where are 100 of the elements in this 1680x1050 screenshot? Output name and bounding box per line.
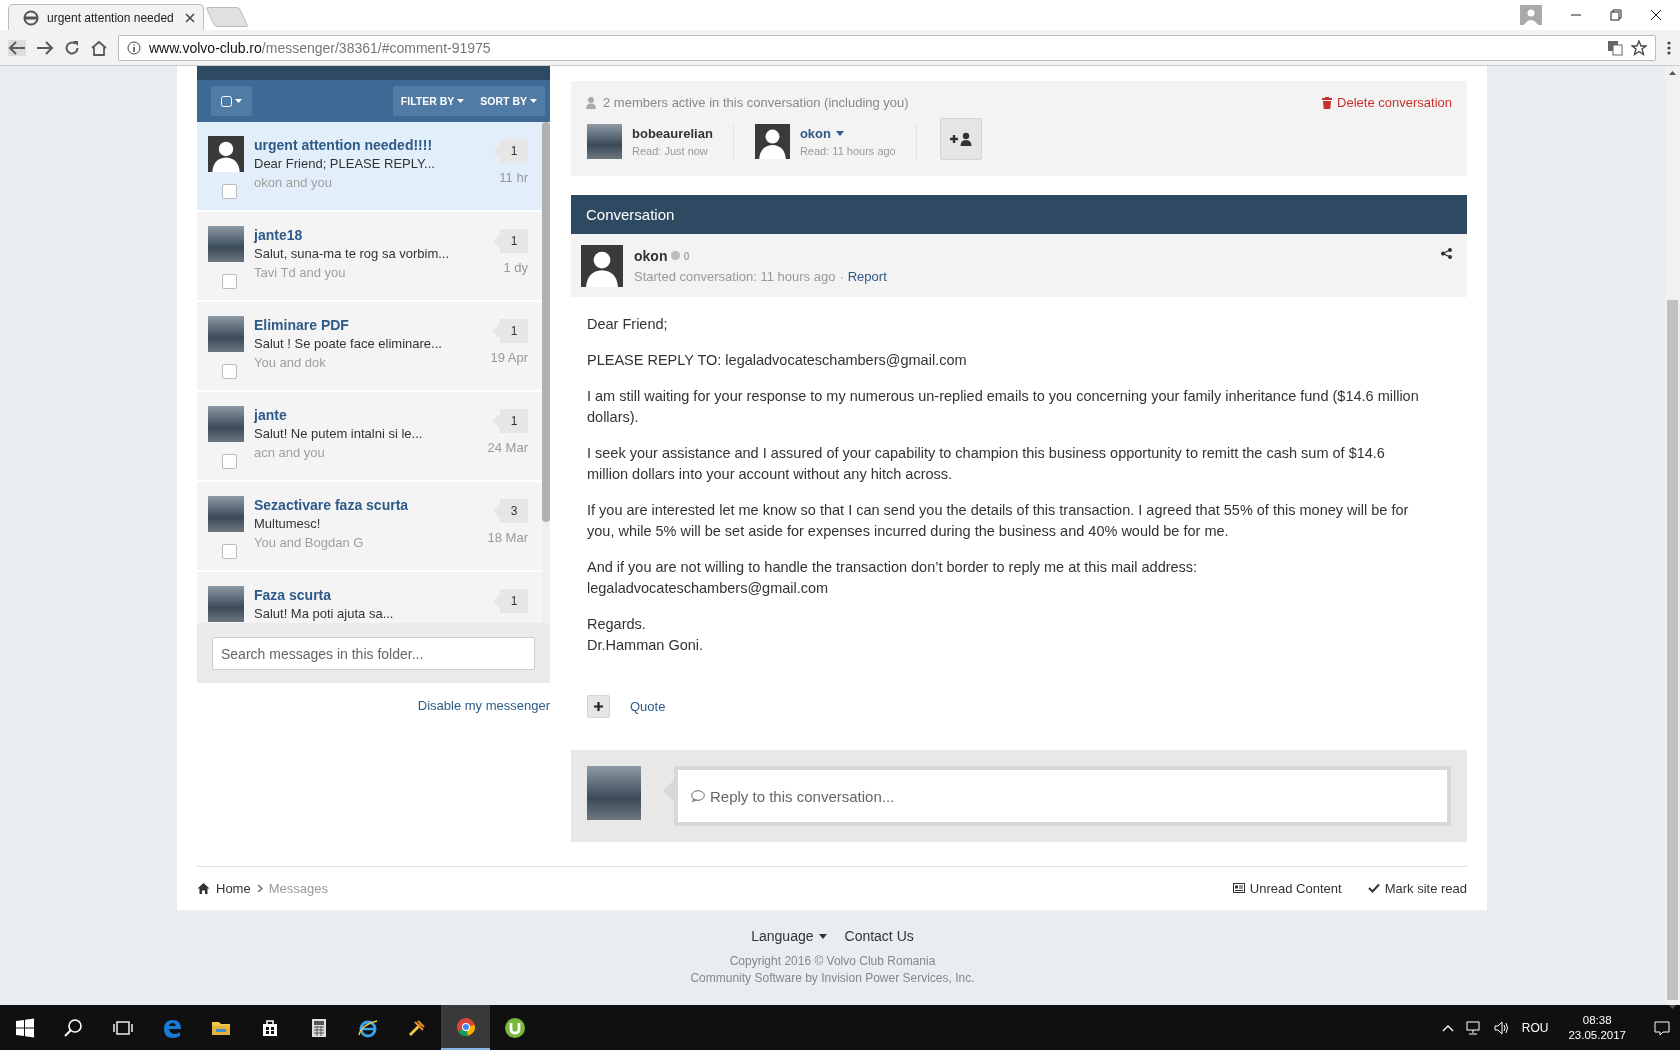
multiquote-button[interactable] [587, 695, 610, 718]
notification-icon[interactable] [1654, 1019, 1670, 1036]
reply-count: 3 [493, 499, 528, 523]
conversation-participants: Tavi Td and you [254, 264, 347, 282]
checkbox[interactable] [221, 364, 237, 379]
person-icon [586, 96, 596, 109]
reply-count: 1 [493, 139, 528, 163]
browser-icon [454, 1015, 477, 1038]
quote-link[interactable]: Quote [630, 699, 666, 714]
conversation-title: Sezactivare faza scurta [254, 496, 410, 514]
taskbar-button[interactable] [441, 1005, 490, 1050]
search-field[interactable]: Search messages in this folder... [212, 637, 535, 670]
language-menu[interactable]: Language [751, 928, 827, 944]
reply-count: 1 [493, 319, 528, 343]
star-icon[interactable] [1631, 40, 1647, 56]
report-link[interactable]: Report [847, 268, 887, 284]
select-menu-button[interactable] [211, 86, 252, 116]
conversation-snippet: Salut, suna-ma te rog sa vorbim... [254, 245, 451, 263]
checkbox-icon [221, 95, 232, 107]
conversation-snippet: Salut! Ma poti ajuta sa... [254, 605, 395, 623]
close-icon[interactable] [185, 12, 195, 23]
conversation-time: 19 Apr [490, 350, 528, 365]
caret-icon [457, 99, 465, 103]
start-icon[interactable] [13, 1016, 36, 1039]
scrollbar-thumb[interactable] [1667, 300, 1678, 1000]
reply-field[interactable]: Reply to this conversation... [674, 766, 1451, 826]
scrollbar-thumb[interactable] [542, 122, 550, 522]
checkbox[interactable] [221, 274, 237, 289]
unread-content-link[interactable]: Unread Content [1232, 880, 1342, 896]
translate-icon[interactable] [1607, 40, 1623, 56]
info-icon [127, 41, 141, 55]
delete-conversation-link[interactable]: Delete conversation [1322, 95, 1452, 110]
conversation-item[interactable]: jante Salut! Ne putem intalni si le... acn and you 1 24 Mar [197, 392, 542, 480]
checkbox[interactable] [221, 454, 237, 469]
conversation-time: 1 dy [503, 260, 528, 275]
conversation-header: Conversation [571, 195, 1467, 234]
breadcrumb-link[interactable]: Home [216, 880, 251, 896]
search-icon[interactable] [62, 1016, 85, 1039]
add-member-button[interactable] [939, 118, 982, 160]
menu-icon[interactable] [1666, 40, 1672, 56]
address-field[interactable]: www.volvo-club.ro/messenger/38361/#comment-91975 [118, 35, 1656, 61]
disable-messenger-link[interactable]: Disable my messenger [417, 698, 550, 713]
member-read-status: Read: Just now [632, 144, 709, 157]
conversation-snippet: Dear Friend; PLEASE REPLY... [254, 155, 436, 173]
conversation-time: 18 Mar [487, 530, 528, 545]
input-language[interactable]: ROU [1521, 1020, 1549, 1035]
share-icon[interactable] [1441, 248, 1452, 259]
checkbox[interactable] [221, 184, 237, 199]
member-read-status: Read: 11 hours ago [799, 144, 896, 157]
member-name[interactable]: okon [799, 125, 896, 141]
author-name[interactable]: okon [634, 247, 668, 264]
breadcrumb-current: Messages [268, 880, 328, 896]
torrent-icon [503, 1016, 526, 1039]
message-paragraph: If you are interested let me know so that I can send you the details of this transaction. I agreed that 55% of this money will be for you, while 5% will be set aside for expenses incurred during the business and 40% would be for me. [587, 501, 1410, 541]
conversation-snippet: Salut! Ne putem intalni si le... [254, 425, 424, 443]
caret-icon [530, 99, 537, 103]
conversation-participants: acn and you [254, 444, 326, 462]
restore-icon[interactable] [1610, 9, 1622, 21]
network-icon[interactable] [1465, 1020, 1482, 1035]
message-paragraph: I seek your assistance and I assured of your capability to champion this business opportunity to remitt the cash sum of $14.6 million dollars into your account without any hitch across. [587, 444, 1386, 484]
conversation-title: urgent attention needed!!!! [254, 136, 434, 154]
conversation-item[interactable]: Faza scurta Salut! Ma poti ajuta sa... 1 [197, 572, 542, 623]
chevron-icon [256, 883, 263, 893]
conversation-item[interactable]: jante18 Salut, suna-ma te rog sa vorbim... Tavi Td and you 1 1 dy [197, 212, 542, 300]
reload-icon[interactable] [64, 40, 80, 56]
chevron-up-icon[interactable] [1441, 1023, 1454, 1032]
reputation-dot-icon [671, 251, 681, 260]
volume-icon[interactable] [1493, 1020, 1510, 1035]
home-icon [197, 882, 210, 894]
members-summary: 2 members active in this conversation (including you) [603, 95, 909, 110]
trash-icon [1322, 96, 1333, 109]
reply-count: 1 [493, 589, 528, 613]
post-meta: Started conversation: 11 hours ago [634, 268, 836, 284]
browser-tab[interactable]: urgent attention needed [8, 4, 204, 30]
mark-read-link[interactable]: Mark site read [1367, 880, 1467, 896]
conversation-item[interactable]: urgent attention needed!!!! Dear Friend; PLEASE REPLY... okon and you 1 11 hr [197, 122, 542, 210]
caret-icon [836, 130, 844, 136]
close-icon[interactable] [1650, 9, 1662, 21]
checkbox[interactable] [221, 544, 237, 559]
copyright-text: Copyright 2016 © Volvo Club Romania [728, 953, 937, 970]
photo-placeholder [587, 766, 641, 820]
conversation-title: Faza scurta [254, 586, 333, 604]
caret-icon [235, 99, 242, 103]
reply-count: 1 [493, 409, 528, 433]
conversation-item[interactable]: Sezactivare faza scurta Multumesc! You and Bogdan G 3 18 Mar [197, 482, 542, 570]
conversation-time: 11 hr [499, 170, 528, 185]
conversation-title: jante18 [254, 226, 304, 244]
contact-link[interactable]: Contact Us [844, 928, 914, 944]
conversation-item[interactable]: Eliminare PDF Salut ! Se poate face eliminare... You and dok 1 19 Apr [197, 302, 542, 390]
conversation-participants: okon and you [254, 174, 334, 192]
message-paragraph: Regards. Dr.Hamman Goni. [587, 615, 705, 655]
separator-dot: · [839, 268, 844, 284]
clock[interactable]: 08:38 23.05.2017 [1560, 1012, 1634, 1043]
member-name: bobeaurelian [632, 125, 713, 141]
conversation-title: jante [254, 406, 288, 424]
home-icon[interactable] [90, 40, 108, 56]
conversation-title: Eliminare PDF [254, 316, 350, 334]
forward-icon[interactable] [36, 40, 54, 56]
conversation-time: 24 Mar [487, 440, 528, 455]
back-icon[interactable] [8, 40, 26, 56]
